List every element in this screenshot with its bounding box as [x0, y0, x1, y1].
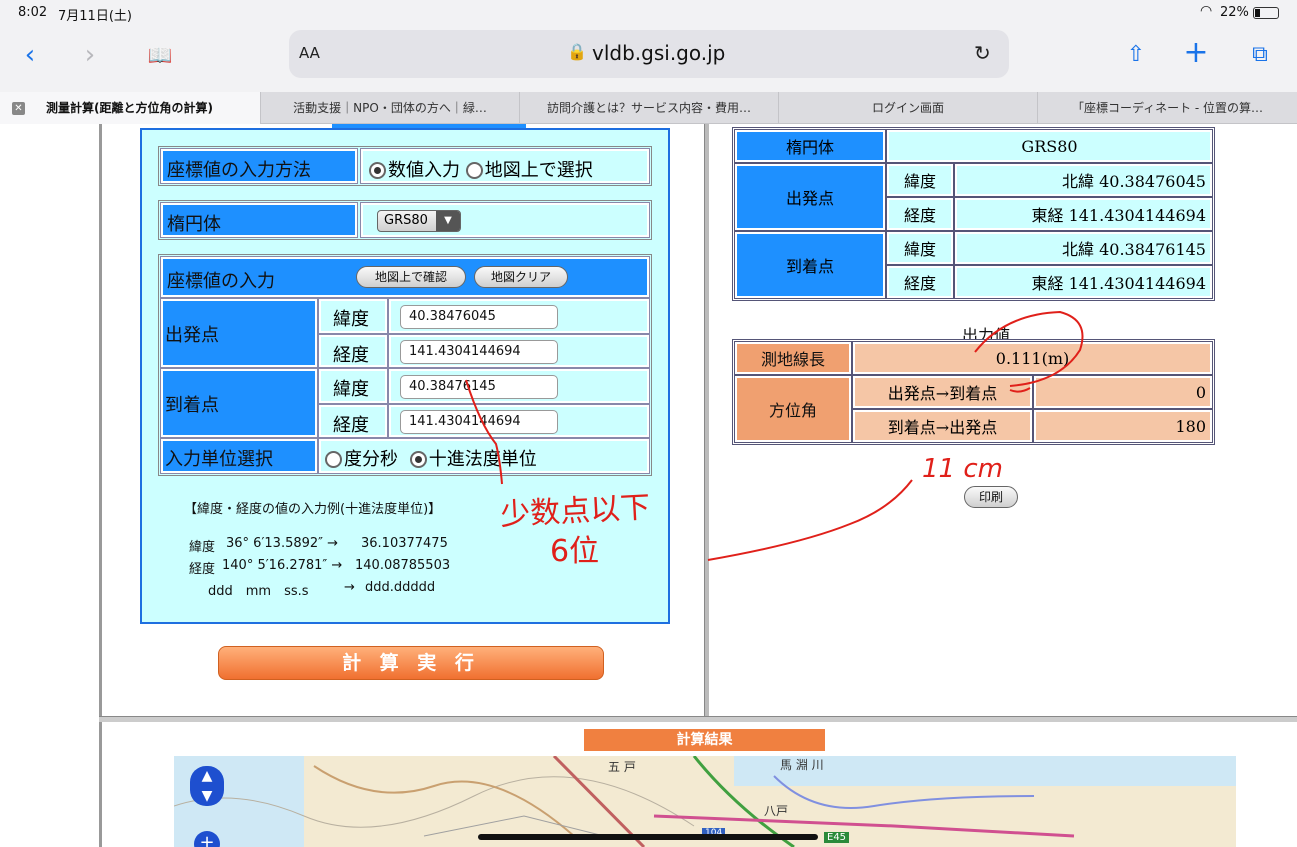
wifi-icon: ◠	[1200, 3, 1213, 19]
battery-percent: 22%	[1220, 5, 1249, 20]
page-content: 座標値の入力方法 数値入力 地図上で選択 楕円体 GRS80 ▼ 座標値の入力 …	[0, 124, 1297, 847]
new-tab-icon[interactable]: +	[1178, 38, 1214, 68]
status-time: 8:02	[18, 5, 48, 20]
tab-item[interactable]: 活動支援｜NPO・団体の方へ｜緑…	[260, 92, 519, 124]
share-icon[interactable]: ⇧	[1118, 40, 1154, 70]
reload-icon[interactable]: ↻	[974, 41, 991, 65]
tab-bar: ✕ 測量計算(距離と方位角の計算) 活動支援｜NPO・団体の方へ｜緑… 訪問介護…	[0, 92, 1297, 124]
back-icon[interactable]: ‹	[12, 40, 48, 70]
tab-label: 測量計算(距離と方位角の計算)	[46, 101, 213, 115]
forward-icon[interactable]: ›	[72, 40, 108, 70]
lock-icon: 🔒	[567, 42, 587, 61]
url-text[interactable]: vldb.gsi.go.jp	[592, 41, 725, 65]
reader-aa-button[interactable]: AA	[299, 44, 320, 62]
status-bar: 8:02 7月11日(土) ◠ 22%	[0, 0, 1297, 26]
tabs-overview-icon[interactable]: ⧉	[1242, 40, 1278, 70]
url-bar[interactable]: AA 🔒 vldb.gsi.go.jp ↻	[289, 30, 1009, 78]
browser-toolbar: ‹ › 📖 AA 🔒 vldb.gsi.go.jp ↻ ⇧ + ⧉	[0, 26, 1297, 92]
tab-item[interactable]: 訪問介護とは？サービス内容・費用…	[519, 92, 778, 124]
handwritten-note-length: 11 cm	[922, 454, 1003, 484]
tab-item[interactable]: 「座標コーディネート - 位置の算…	[1037, 92, 1297, 124]
battery-icon	[1253, 7, 1279, 19]
handwritten-note-digits: 6位	[550, 534, 600, 569]
status-date: 7月11日(土)	[58, 9, 132, 24]
close-tab-icon[interactable]: ✕	[12, 102, 25, 115]
tab-item[interactable]: ログイン画面	[778, 92, 1037, 124]
tab-active[interactable]: ✕ 測量計算(距離と方位角の計算)	[0, 92, 260, 124]
bookmarks-icon[interactable]: 📖	[142, 40, 178, 70]
